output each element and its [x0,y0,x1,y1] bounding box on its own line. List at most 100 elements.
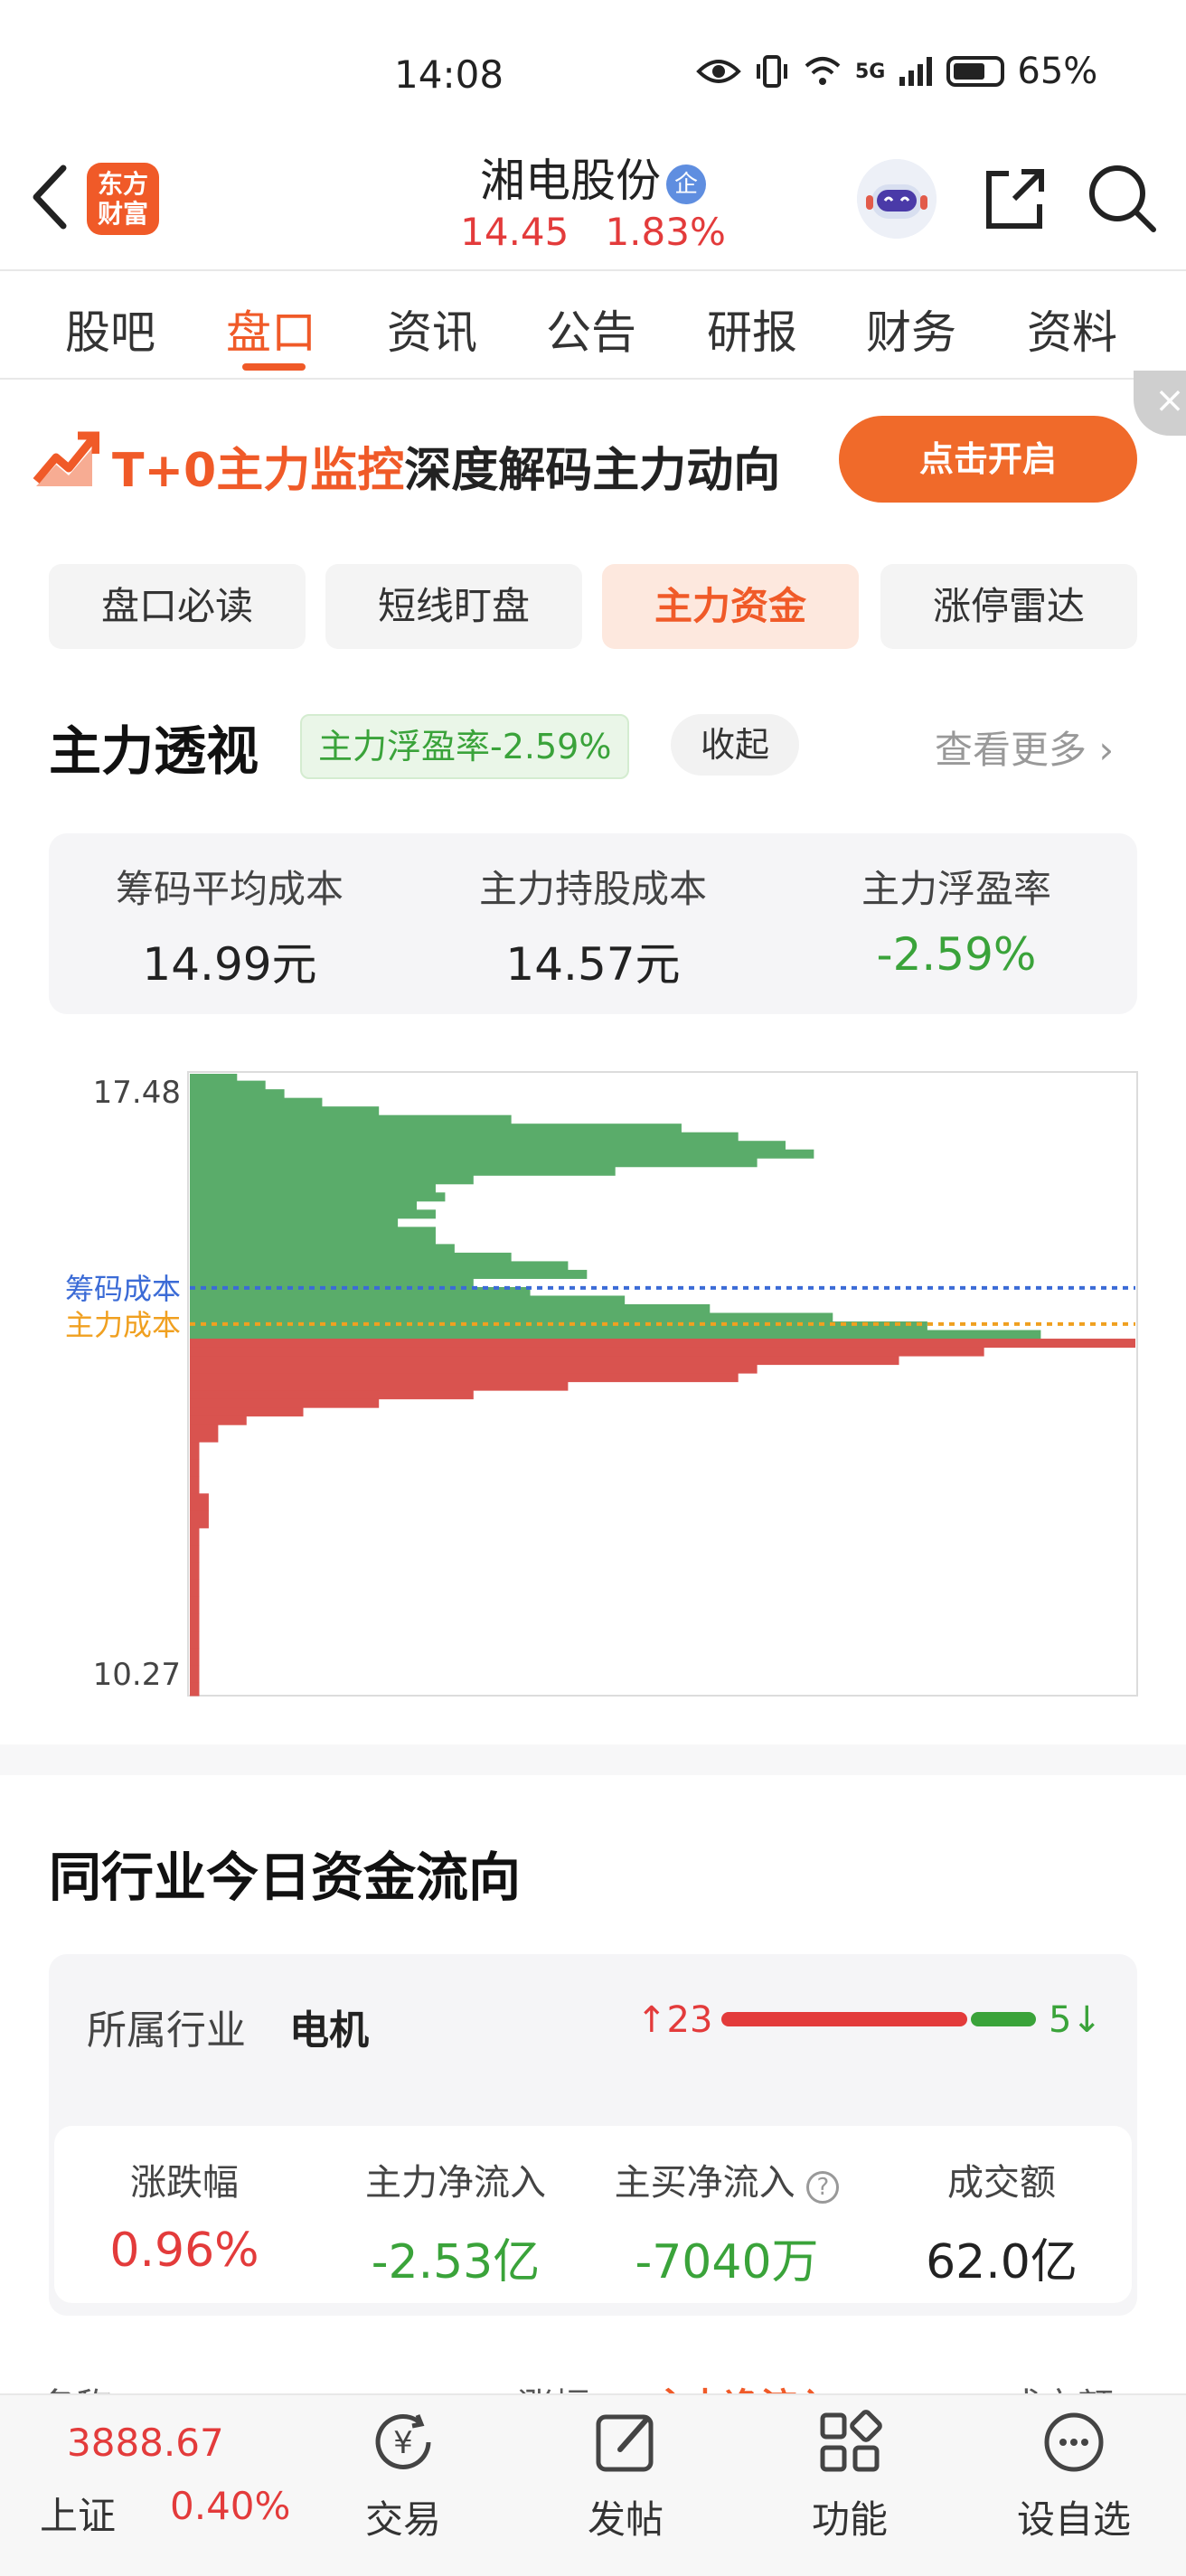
cost-marker-label: 主力成本 [65,1308,181,1342]
up-count: ↑23 [636,1999,713,2041]
active-tab-indicator [242,363,306,371]
enable-button[interactable]: 点击开启 [839,416,1137,503]
header-divider [0,269,1186,271]
index-change: 0.40% [170,2484,291,2528]
chip-bar [190,1648,200,1667]
battery-percent: 65% [1017,51,1098,92]
avg-chip-cost: 筹码平均成本 14.99元 [115,867,344,991]
nav-add-watchlist[interactable]: 设自选 [993,2404,1155,2544]
nav-trade[interactable]: ¥ 交易 [322,2404,485,2544]
float-profit-badge: 主力浮盈率-2.59% [300,714,630,779]
chip-bar [190,1459,200,1477]
stat-turnover: 成交额 62.0亿 [926,2162,1078,2289]
grid-icon [820,2410,882,2472]
chip-bar [190,1339,1135,1349]
tab-news[interactable]: 资讯 [387,296,477,362]
chip-bar [190,1192,446,1202]
tab-research[interactable]: 研报 [707,296,797,362]
stock-change: 1.83% [605,210,726,254]
chip-bar [190,1545,200,1563]
battery-icon [946,56,1005,87]
signal-icon [899,57,933,86]
chip-bar [190,1364,758,1374]
tab-announcements[interactable]: 公告 [546,296,636,362]
arrow-down-icon: ↓ [1071,1999,1102,2041]
industry-label: 所属行业 [87,2007,246,2054]
chip-bar [190,1442,200,1460]
tab-pankou[interactable]: 盘口 [226,296,316,362]
tab-guba[interactable]: 股吧 [65,296,155,362]
chip-bar [190,1217,399,1227]
chip-bar [190,1424,219,1443]
chip-bar [190,1390,474,1400]
nav-post[interactable]: 发帖 [544,2404,707,2544]
chip-bar [190,1415,247,1425]
chip-bar [190,1227,436,1236]
see-more-link[interactable]: 查看更多 › [935,719,1114,775]
chip-bar [190,1235,436,1245]
subtab-short-term[interactable]: 短线盯盘 [325,564,582,649]
chip-bar [190,1407,304,1417]
chip-bar [190,1510,209,1528]
more-icon [1044,2412,1104,2472]
chevron-right-icon: › [1098,728,1115,772]
y-tick-top: 17.48 [93,1075,181,1111]
eye-icon [696,60,741,83]
network-type: 5G [855,60,886,83]
industry-name[interactable]: 电机 [289,1998,369,2055]
subtab-limit-up-radar[interactable]: 涨停雷达 [880,564,1137,649]
chip-bar [190,1613,200,1632]
chip-bar [190,1682,200,1695]
banner-text: T+0主力监控深度解码主力动向 [112,444,781,498]
tab-finance[interactable]: 财务 [866,296,956,362]
up-bar [721,2012,967,2026]
chip-bar [190,1106,380,1116]
market-index[interactable]: 3888.67 上证 0.40% [0,2395,290,2538]
nav-functions[interactable]: 功能 [768,2404,931,2544]
subtab-main-funds[interactable]: 主力资金 [602,564,859,649]
chip-bar [190,1579,200,1597]
chip-bar [190,1244,455,1254]
help-icon[interactable]: ? [806,2171,840,2204]
chip-bar [190,1562,200,1580]
section-title-perspective: 主力透视 [49,720,259,782]
chip-bar [190,1183,436,1193]
chip-bar [190,1080,266,1090]
chip-bar [190,1373,739,1383]
chip-bar [190,1665,200,1684]
chip-bar [190,1295,626,1305]
svg-text:¥: ¥ [393,2425,413,2461]
stat-main-inflow: 主力净流入 -2.53亿 [365,2162,546,2289]
down-count: 5↓ [1049,1999,1102,2041]
robot-assistant-icon[interactable] [857,159,937,239]
stock-name: 湘电股份 [480,155,661,207]
search-icon[interactable] [1085,161,1159,235]
chip-bar [190,1312,833,1322]
chip-bar [190,1132,739,1142]
chip-bar [190,1123,682,1133]
tab-profile[interactable]: 资料 [1027,296,1117,362]
chip-bar [190,1381,569,1391]
chip-bar [190,1166,616,1176]
chip-bar [190,1694,200,1697]
chip-bar [190,1286,531,1296]
subtab-must-read[interactable]: 盘口必读 [49,564,306,649]
index-value: 3888.67 [67,2421,224,2465]
collapse-button[interactable]: 收起 [671,714,799,776]
chip-bar [190,1493,209,1511]
enterprise-badge: 企 [666,164,706,204]
chip-bar [190,1476,200,1494]
chip-bar [190,1330,1041,1340]
cost-marker-label: 筹码成本 [65,1272,181,1306]
down-bar [971,2012,1036,2026]
main-float-profit: 主力浮盈率 -2.59% [861,867,1051,981]
share-icon[interactable] [978,163,1050,235]
chip-bar [190,1149,814,1159]
chip-bar [190,1596,200,1615]
yen-icon: ¥ [375,2414,431,2469]
chip-bar [190,1398,380,1408]
status-time: 14:08 [394,52,504,97]
chip-bar [190,1356,899,1366]
section-separator [0,1744,1186,1775]
chip-bar [190,1303,711,1314]
